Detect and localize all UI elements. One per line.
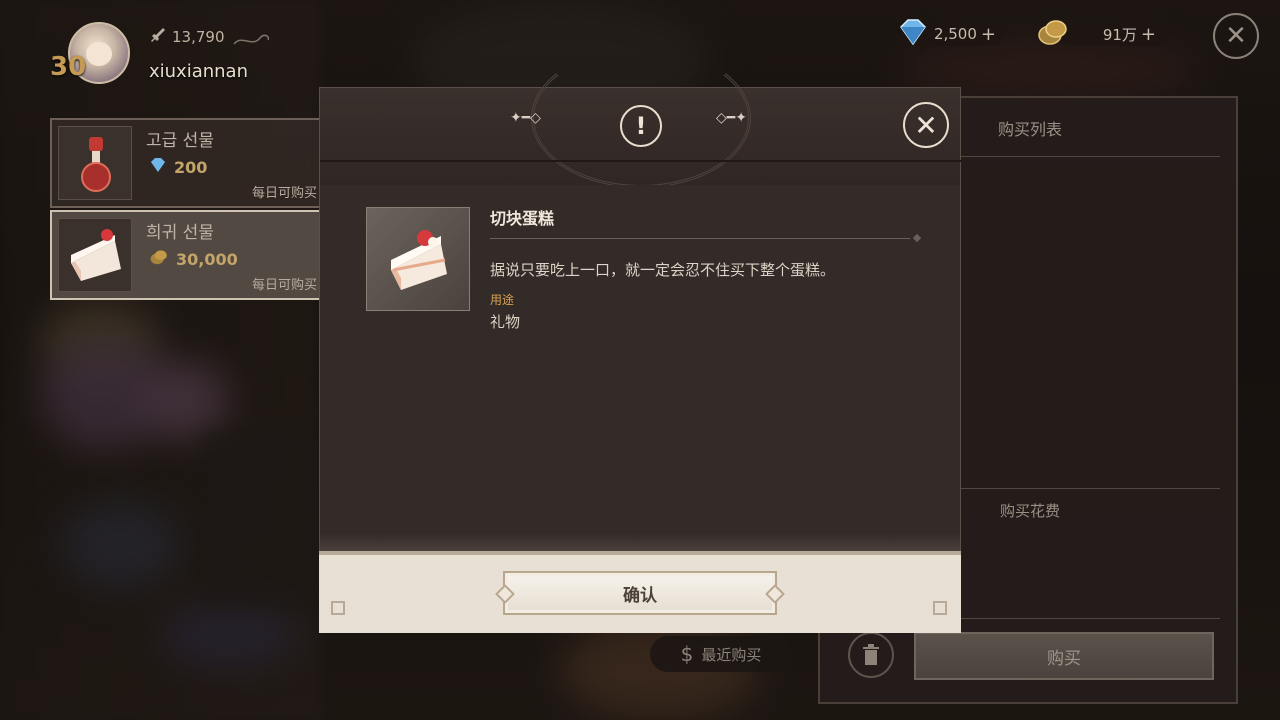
cake-slice-icon — [71, 229, 121, 281]
cart-title: 购买列表 — [998, 120, 1063, 139]
dialog-body: 切块蛋糕 据说只要吃上一口，就一定会忍不住买下整个蛋糕。 用途 礼物 — [319, 185, 961, 551]
diamond-icon — [148, 156, 168, 178]
perfume-bottle-icon — [81, 137, 111, 192]
dialog-header: ✦━◇ ◇━✦ ! ✕ — [319, 48, 962, 188]
item-thumbnail — [58, 218, 132, 292]
item-use-label: 用途 — [490, 293, 515, 307]
shop-item-card[interactable]: 고급 선물 200 每日可购买 — [50, 118, 340, 208]
cart-cost-label: 购买花费 — [1000, 502, 1061, 520]
trash-icon — [863, 644, 879, 665]
gold-currency[interactable]: 91万 + — [1036, 20, 1164, 48]
cake-slice-icon — [391, 230, 447, 290]
item-description: 据说只要吃上一口，就一定会忍不住买下整个蛋糕。 — [490, 261, 836, 279]
close-icon: ✕ — [1225, 21, 1247, 51]
add-diamond-button[interactable]: + — [981, 24, 996, 45]
dialog-close-button[interactable]: ✕ — [903, 102, 949, 148]
exclamation-icon: ! — [620, 105, 662, 147]
buy-button[interactable]: 购买 — [914, 632, 1214, 680]
recent-purchases-button[interactable]: $ 最近购买 — [650, 636, 792, 672]
item-price-value: 200 — [174, 157, 208, 177]
diamond-currency[interactable]: 2,500 + — [896, 17, 1004, 51]
item-name: 고급 선물 — [146, 131, 214, 151]
clear-cart-button[interactable] — [848, 632, 894, 678]
item-price: 30,000 — [148, 248, 238, 270]
item-use-value: 礼物 — [490, 313, 521, 331]
confirm-button[interactable]: 确认 — [503, 571, 777, 615]
sword-icon — [148, 26, 166, 48]
item-limit: 每日可购买 — [252, 278, 318, 293]
close-shop-button[interactable]: ✕ — [1213, 13, 1259, 59]
star-decoration-icon: ✦━◇ — [510, 110, 541, 126]
shop-item-card-selected[interactable]: 희귀 선물 30,000 每日可购买 — [50, 210, 340, 300]
item-title: 切块蛋糕 — [490, 209, 555, 228]
item-price: 200 — [148, 156, 207, 178]
power-display: 13,790 — [148, 26, 225, 48]
gold-coin-icon — [1036, 17, 1070, 51]
item-thumbnail — [58, 126, 132, 200]
item-name: 희귀 선물 — [146, 223, 214, 243]
item-image — [366, 207, 470, 311]
gold-amount: 91万 — [1102, 25, 1137, 44]
star-decoration-icon: ◇━✦ — [716, 110, 747, 126]
item-price-value: 30,000 — [176, 249, 238, 269]
diamond-icon — [896, 17, 930, 51]
close-icon: ✕ — [914, 108, 938, 142]
item-limit: 每日可购买 — [252, 186, 318, 201]
gold-coin-icon — [148, 248, 170, 270]
item-info-dialog: ✦━◇ ◇━✦ ! ✕ 切块蛋糕 据说只要吃上一口，就一定会忍不住买下整个蛋糕。… — [319, 48, 962, 633]
player-level: 30 — [50, 52, 87, 82]
player-username: xiuxiannan — [149, 61, 248, 82]
dialog-footer: 确认 — [319, 551, 961, 633]
recent-label: 最近购买 — [701, 645, 762, 664]
flourish-icon — [233, 34, 270, 45]
power-value: 13,790 — [172, 28, 225, 46]
dollar-icon: $ — [680, 642, 694, 666]
add-gold-button[interactable]: + — [1141, 24, 1156, 45]
diamond-amount: 2,500 — [933, 25, 977, 43]
